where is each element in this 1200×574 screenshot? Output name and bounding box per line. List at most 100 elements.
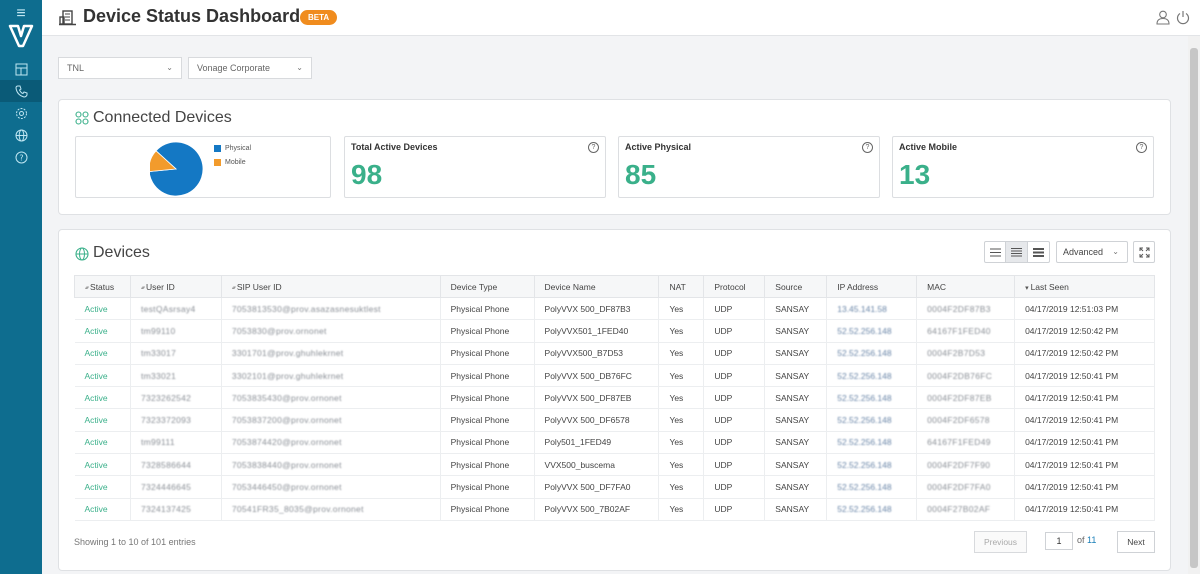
connected-devices-title: Connected Devices [93, 109, 232, 126]
cell-status: Active [74, 319, 131, 343]
svg-text:?: ? [19, 153, 23, 162]
stat-value: 98 [351, 159, 383, 190]
cell-user-id: 7323262542 [130, 386, 222, 410]
legend-swatch-mobile [214, 159, 221, 166]
view-toggle-group [984, 241, 1050, 263]
previous-button[interactable]: Previous [974, 531, 1027, 553]
power-icon[interactable] [1176, 10, 1190, 25]
scrollbar-thumb[interactable] [1190, 48, 1198, 568]
table-row[interactable]: Active 7323372093 7053837200@prov.ornonet P… [74, 408, 1155, 432]
nav-globe-icon[interactable] [0, 124, 42, 146]
column-header-last-seen[interactable]: Last Seen [1014, 275, 1155, 298]
cell-sip-user-id: 7053830@prov.ornonet [221, 319, 441, 343]
stat-label: Active Physical [625, 142, 692, 152]
cell-device-type: Physical Phone [440, 319, 535, 343]
cell-source: SANSAY [764, 364, 828, 388]
cell-source: SANSAY [764, 386, 828, 410]
cell-device-type: Physical Phone [440, 386, 535, 410]
cell-status: Active [74, 297, 131, 321]
cell-nat: Yes [658, 453, 705, 477]
page-of-label: of 11 [1077, 535, 1096, 545]
cell-mac: 0004F2DF7FA0 [916, 475, 1016, 499]
dense-view-button[interactable] [1028, 242, 1049, 262]
table-row[interactable]: Active 7323262542 7053835430@prov.ornonet P… [74, 386, 1155, 410]
table-row[interactable]: Active tm99110 7053830@prov.ornonet Physica… [74, 319, 1155, 343]
stat-value: 85 [625, 159, 657, 190]
column-header-device-name[interactable]: Device Name [533, 275, 660, 298]
cell-nat: Yes [658, 364, 705, 388]
building-icon [59, 10, 76, 26]
stat-card-active-mobile: Active Mobile 13 ? [892, 136, 1154, 198]
cell-mac: 0004F2B7D53 [916, 342, 1016, 365]
help-icon[interactable]: ? [862, 142, 873, 153]
cell-device-type: Physical Phone [440, 453, 535, 477]
total-pages-link[interactable]: 11 [1087, 535, 1096, 545]
column-header-ip-address[interactable]: IP Address [826, 275, 918, 298]
column-header-mac[interactable]: MAC [916, 275, 1016, 298]
page-number-input[interactable]: 1 [1045, 532, 1073, 550]
column-header-user-id[interactable]: User ID [129, 275, 222, 298]
cell-device-name: PolyVVX501_1FED40 [534, 319, 660, 343]
table-row[interactable]: Active testQAsrsay4 7053813530@prov.asazas… [74, 297, 1155, 321]
cell-source: SANSAY [764, 297, 828, 321]
column-header-protocol[interactable]: Protocol [703, 275, 766, 298]
cell-user-id: tm33021 [130, 364, 222, 388]
cell-device-name: VVX500_buscema [534, 453, 660, 477]
column-header-source[interactable]: Source [764, 275, 828, 298]
column-header-nat[interactable]: NAT [658, 275, 705, 298]
user-icon[interactable] [1156, 10, 1170, 25]
nav-phone-icon[interactable] [0, 80, 42, 102]
cell-device-name: PolyVVX 500_DF7FA0 [534, 475, 660, 499]
cell-last-seen: 04/17/2019 12:50:41 PM [1014, 386, 1155, 410]
column-header-sip-user-id[interactable]: SIP User ID [220, 275, 441, 298]
cell-mac: 0004F2DF87B3 [916, 297, 1016, 321]
nav-settings-icon[interactable] [0, 102, 42, 124]
cell-protocol: UDP [703, 297, 766, 321]
nav-help-icon[interactable]: ? [0, 146, 42, 168]
cell-mac: 0004F2DF7F90 [916, 453, 1016, 477]
cell-nat: Yes [658, 475, 705, 499]
legend-item-physical: Physical [214, 145, 251, 152]
cell-mac: 64167F1FED49 [916, 431, 1016, 455]
table-row[interactable]: Active tm33021 3302101@prov.ghuhlekrnet Phy… [74, 364, 1155, 388]
table-row[interactable]: Active tm99111 7053874420@prov.ornonet Phys… [74, 431, 1155, 455]
cell-user-id: testQAsrsay4 [130, 297, 222, 321]
cell-last-seen: 04/17/2019 12:50:41 PM [1014, 431, 1155, 455]
cell-source: SANSAY [764, 408, 828, 432]
of-label: of [1077, 535, 1085, 545]
stat-label: Total Active Devices [351, 142, 438, 152]
cell-nat: Yes [658, 386, 705, 410]
column-header-device-type[interactable]: Device Type [439, 275, 535, 298]
list-icon [989, 248, 1001, 256]
expand-button[interactable] [1133, 241, 1155, 263]
account-select[interactable]: TNL ⌄ [58, 57, 182, 79]
cell-mac: 0004F27B02AF [916, 498, 1016, 521]
company-select-value: Vonage Corporate [197, 63, 271, 73]
cell-sip-user-id: 3302101@prov.ghuhlekrnet [221, 364, 441, 388]
cell-device-name: PolyVVX500_B7D53 [534, 342, 660, 365]
cell-status: Active [74, 342, 131, 365]
next-button[interactable]: Next [1117, 531, 1155, 553]
table-row[interactable]: Active 7328586644 7053838440@prov.ornonet P… [74, 453, 1155, 477]
compact-view-button[interactable] [1006, 242, 1028, 262]
menu-icon[interactable]: ≡ [0, 6, 42, 22]
cell-nat: Yes [658, 297, 705, 321]
table-row[interactable]: Active 7324137425 70541FR35_8035@prov.orno… [74, 498, 1155, 521]
help-icon[interactable]: ? [1136, 142, 1147, 153]
page-scrollbar[interactable] [1188, 36, 1200, 574]
nav-dashboard-icon[interactable] [0, 58, 42, 80]
help-icon[interactable]: ? [588, 142, 599, 153]
company-select[interactable]: Vonage Corporate ⌄ [188, 57, 312, 79]
advanced-dropdown[interactable]: Advanced ⌄ [1056, 241, 1128, 263]
cell-ip-address: 52.52.256.148 [826, 453, 918, 477]
cell-protocol: UDP [703, 386, 766, 410]
cell-protocol: UDP [703, 364, 766, 388]
cell-nat: Yes [658, 408, 705, 432]
list-view-button[interactable] [985, 242, 1007, 262]
cell-user-id: tm99111 [130, 431, 222, 455]
table-row[interactable]: Active tm33017 3301701@prov.ghuhlekrnet Phy… [74, 342, 1155, 365]
column-header-status[interactable]: Status [74, 275, 131, 298]
table-row[interactable]: Active 7324446645 7053446450@prov.ornonet P… [74, 475, 1155, 499]
cell-device-name: PolyVVX 500_DB76FC [534, 364, 660, 388]
cell-ip-address: 52.52.256.148 [826, 319, 918, 343]
